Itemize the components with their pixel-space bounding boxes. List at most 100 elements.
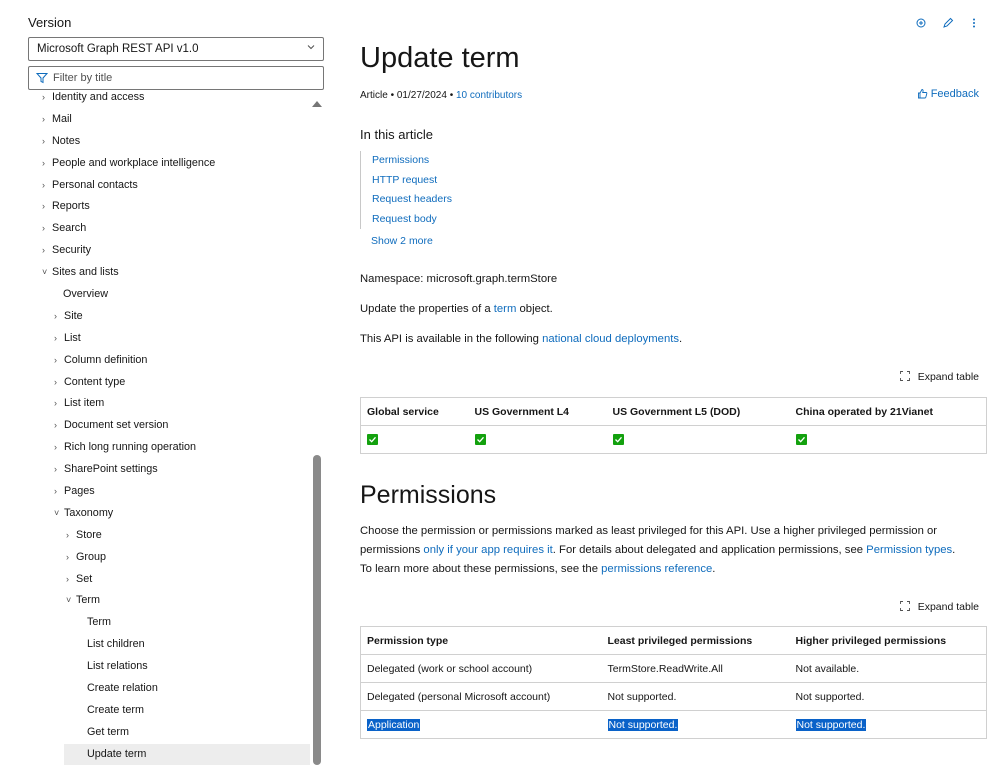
toc-item: HTTP request <box>361 171 452 191</box>
nav-item[interactable]: › Search <box>28 218 310 240</box>
nav-item[interactable]: › Group <box>28 547 310 569</box>
chevron-right-icon[interactable]: › <box>54 328 62 350</box>
nav-item[interactable]: › Pages <box>28 481 310 503</box>
scroll-up-arrow-icon[interactable] <box>312 101 322 107</box>
nav-item[interactable]: › Notes <box>28 131 310 153</box>
nav-item[interactable]: › SharePoint settings <box>28 459 310 481</box>
chevron-right-icon[interactable]: › <box>42 240 50 262</box>
nav-item[interactable]: › Security <box>28 240 310 262</box>
contributors-link[interactable]: 10 contributors <box>456 90 522 101</box>
table-cell: Delegated (work or school account) <box>360 654 602 683</box>
table-cell: Not supported. <box>601 710 790 739</box>
permissions-table: Permission type Least privileged permiss… <box>360 626 987 739</box>
nav-item-label: Create relation <box>87 682 158 695</box>
nav-item[interactable]: › People and workplace intelligence <box>28 153 310 175</box>
version-select[interactable]: Microsoft Graph REST API v1.0 <box>28 37 324 61</box>
show-more-link[interactable]: Show 2 more <box>371 235 433 247</box>
term-link[interactable]: term <box>494 303 517 315</box>
nav-item[interactable]: ˅ Taxonomy <box>28 503 310 525</box>
chevron-right-icon[interactable]: › <box>66 569 74 591</box>
permissions-paragraph-3: To learn more about these permissions, s… <box>360 560 715 579</box>
chevron-right-icon[interactable]: › <box>54 372 62 394</box>
nav-item[interactable]: › Document set version <box>28 415 310 437</box>
toc-link[interactable]: Request headers <box>372 193 452 205</box>
selected-text: Not supported. <box>607 718 679 731</box>
perm-p3-pre: To learn more about these permissions, s… <box>360 563 602 575</box>
nav-item[interactable]: ˅ Sites and lists <box>28 262 310 284</box>
toc-link[interactable]: HTTP request <box>372 174 437 186</box>
chevron-right-icon[interactable]: › <box>42 109 50 131</box>
chevron-down-icon[interactable]: ˅ <box>66 590 74 612</box>
chevron-right-icon[interactable]: › <box>66 547 74 569</box>
nav-item[interactable]: Overview <box>28 284 310 306</box>
nav-item[interactable]: › Content type <box>28 372 310 394</box>
nav-item[interactable]: › Site <box>28 306 310 328</box>
nav-item[interactable]: › Personal contacts <box>28 175 310 197</box>
chevron-down-icon[interactable]: ˅ <box>42 262 50 284</box>
nav-item[interactable]: › Mail <box>28 109 310 131</box>
nav-item-label: Column definition <box>64 353 148 366</box>
chevron-right-icon[interactable]: › <box>42 131 50 153</box>
national-cloud-link[interactable]: national cloud deployments <box>542 333 679 345</box>
chevron-right-icon[interactable]: › <box>54 437 62 459</box>
nav-item[interactable]: Update term <box>64 743 310 765</box>
nav-item[interactable]: Create term <box>28 700 310 722</box>
expand-table-button[interactable]: Expand table <box>899 371 979 383</box>
chevron-right-icon[interactable]: › <box>54 481 62 503</box>
nav-item[interactable]: List relations <box>28 656 310 678</box>
chevron-right-icon[interactable]: › <box>42 175 50 197</box>
nav-item[interactable]: › Identity and access <box>28 92 310 109</box>
nav-item[interactable]: ˅ Term <box>28 590 310 612</box>
chevron-right-icon[interactable]: › <box>42 92 50 109</box>
chevron-down-icon[interactable]: ˅ <box>54 503 62 525</box>
nav-item[interactable]: › List item <box>28 393 310 415</box>
nav-item[interactable]: › Column definition <box>28 350 310 372</box>
toc-item: Permissions <box>361 151 452 171</box>
nav-item-label: Pages <box>64 485 95 498</box>
nav-item[interactable]: Get term <box>28 722 310 744</box>
nav-item-label: Term <box>87 616 111 629</box>
nav-item-label: SharePoint settings <box>64 463 158 476</box>
permission-types-link[interactable]: Permission types <box>866 544 952 556</box>
chevron-right-icon[interactable]: › <box>54 306 62 328</box>
chevron-right-icon[interactable]: › <box>54 393 62 415</box>
permissions-reference-link[interactable]: permissions reference <box>601 563 712 575</box>
table-cell <box>360 425 469 454</box>
thumbs-up-icon <box>917 89 927 99</box>
nav-scrollbar[interactable] <box>312 97 322 765</box>
feedback-button[interactable]: Feedback <box>917 88 979 100</box>
only-if-app-requires-link[interactable]: only if your app requires it <box>423 544 552 556</box>
version-label: Version <box>28 15 72 30</box>
permissions-paragraph-2: permissions only if your app requires it… <box>360 541 955 560</box>
chevron-right-icon[interactable]: › <box>42 153 50 175</box>
chevron-right-icon[interactable]: › <box>54 350 62 372</box>
nav-item[interactable]: List children <box>28 634 310 656</box>
nav-item[interactable]: › Set <box>28 569 310 591</box>
table-cell: Not supported. <box>789 710 987 739</box>
table-header-cell: Least privileged permissions <box>601 626 790 655</box>
scrollbar-thumb[interactable] <box>313 455 321 765</box>
expand-table-button[interactable]: Expand table <box>899 601 979 613</box>
nav-item[interactable]: › Reports <box>28 196 310 218</box>
chevron-right-icon[interactable]: › <box>66 525 74 547</box>
chevron-right-icon[interactable]: › <box>54 415 62 437</box>
nav-item-label: Store <box>76 528 102 541</box>
table-cell <box>606 425 790 454</box>
nav-item[interactable]: › Rich long running operation <box>28 437 310 459</box>
chevron-right-icon[interactable]: › <box>54 459 62 481</box>
toc-link[interactable]: Request body <box>372 213 437 225</box>
nav-item-label: List children <box>87 638 145 651</box>
nav-item[interactable]: › Store <box>28 525 310 547</box>
perm-p2-pre: permissions <box>360 544 424 556</box>
table-header-cell: US Government L4 <box>468 397 607 426</box>
chevron-right-icon[interactable]: › <box>42 218 50 240</box>
nav-item-label: List item <box>64 397 105 410</box>
filter-placeholder: Filter by title <box>53 72 113 84</box>
nav-item[interactable]: › List <box>28 328 310 350</box>
toc-item: Request headers <box>361 190 452 210</box>
nav-item[interactable]: Create relation <box>28 678 310 700</box>
filter-input[interactable]: Filter by title <box>28 66 324 90</box>
toc-link[interactable]: Permissions <box>372 154 429 166</box>
chevron-right-icon[interactable]: › <box>42 196 50 218</box>
nav-item[interactable]: Term <box>28 612 310 634</box>
